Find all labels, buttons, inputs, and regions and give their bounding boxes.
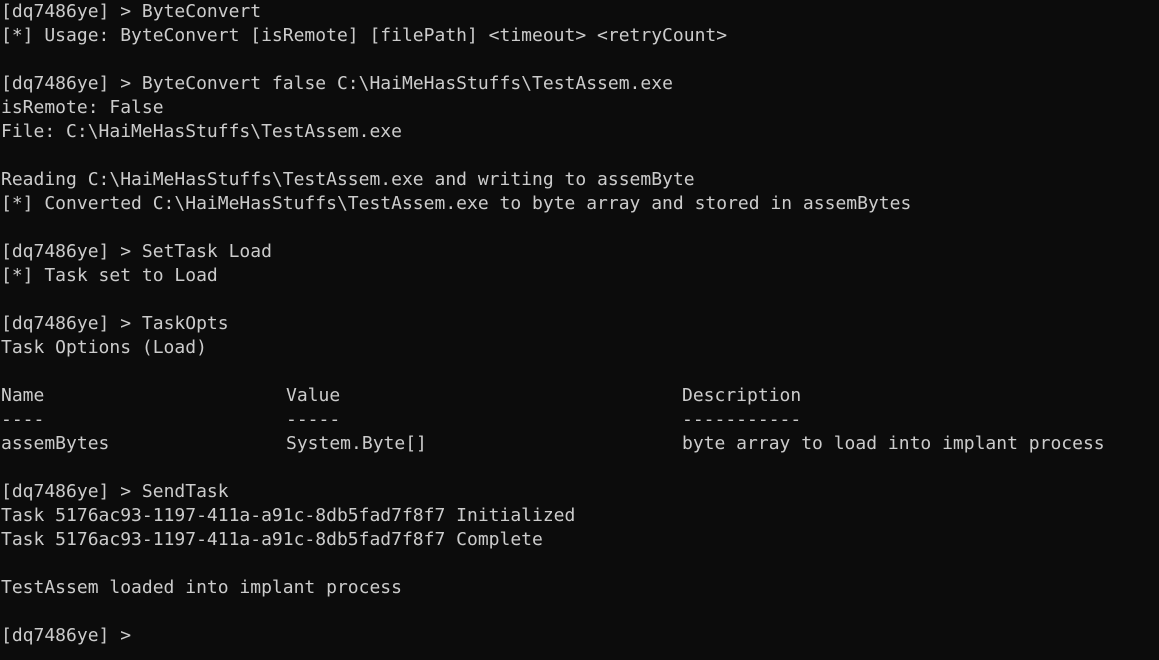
prompt: [dq7486ye] > (1, 241, 142, 262)
output-line: [*] Task set to Load (1, 265, 218, 286)
command-text: ByteConvert (141, 1, 262, 22)
command-line: [dq7486ye] > SendTask (0, 480, 1159, 504)
table-cell-name: assemBytes (1, 433, 110, 454)
terminal-window[interactable]: [dq7486ye] > ByteConvert [*] Usage: Byte… (0, 0, 1159, 660)
output-line: Reading C:\HaiMeHasStuffs\TestAssem.exe … (1, 169, 695, 190)
table-separator: ---- (1, 409, 45, 430)
output-line: [*] Usage: ByteConvert [isRemote] [fileP… (1, 25, 728, 46)
prompt: [dq7486ye] > (1, 313, 142, 334)
command-line: [dq7486ye] > TaskOpts (0, 312, 1159, 336)
input-line[interactable]: [dq7486ye] > (0, 624, 1159, 648)
table-header-description: Description (682, 385, 802, 406)
output-line: [*] Converted C:\HaiMeHasStuffs\TestAsse… (1, 193, 912, 214)
table-separator: ----------- (682, 409, 802, 430)
table-cell-value: System.Byte[] (286, 433, 427, 454)
table-header-name: Name (1, 385, 45, 406)
prompt: [dq7486ye] > (1, 73, 142, 94)
command-text: SetTask Load (141, 241, 272, 262)
command-text: ByteConvert false C:\HaiMeHasStuffs\Test… (141, 73, 673, 94)
output-line: File: C:\HaiMeHasStuffs\TestAssem.exe (1, 121, 402, 142)
command-line: [dq7486ye] > ByteConvert false C:\HaiMeH… (0, 72, 1159, 96)
prompt: [dq7486ye] > (1, 625, 142, 646)
table-cell-description: byte array to load into implant process (682, 433, 1105, 454)
command-text: SendTask (141, 481, 229, 502)
output-line: Task Options (Load) (1, 337, 207, 358)
output-line: Task 5176ac93-1197-411a-a91c-8db5fad7f8f… (1, 505, 576, 526)
table-row: assemBytes System.Byte[] byte array to l… (0, 432, 1159, 456)
prompt: [dq7486ye] > (1, 1, 142, 22)
command-text: TaskOpts (141, 313, 229, 334)
text-cursor (142, 638, 152, 641)
output-line: TestAssem loaded into implant process (1, 577, 402, 598)
output-line: Task 5176ac93-1197-411a-a91c-8db5fad7f8f… (1, 529, 543, 550)
output-line: isRemote: False (1, 97, 164, 118)
table-header-row: Name Value Description (0, 384, 1159, 408)
command-line: [dq7486ye] > ByteConvert (0, 0, 1159, 24)
table-header-value: Value (286, 385, 341, 406)
table-separator: ----- (286, 409, 341, 430)
command-line: [dq7486ye] > SetTask Load (0, 240, 1159, 264)
table-separator-row: ---- ----- ----------- (0, 408, 1159, 432)
